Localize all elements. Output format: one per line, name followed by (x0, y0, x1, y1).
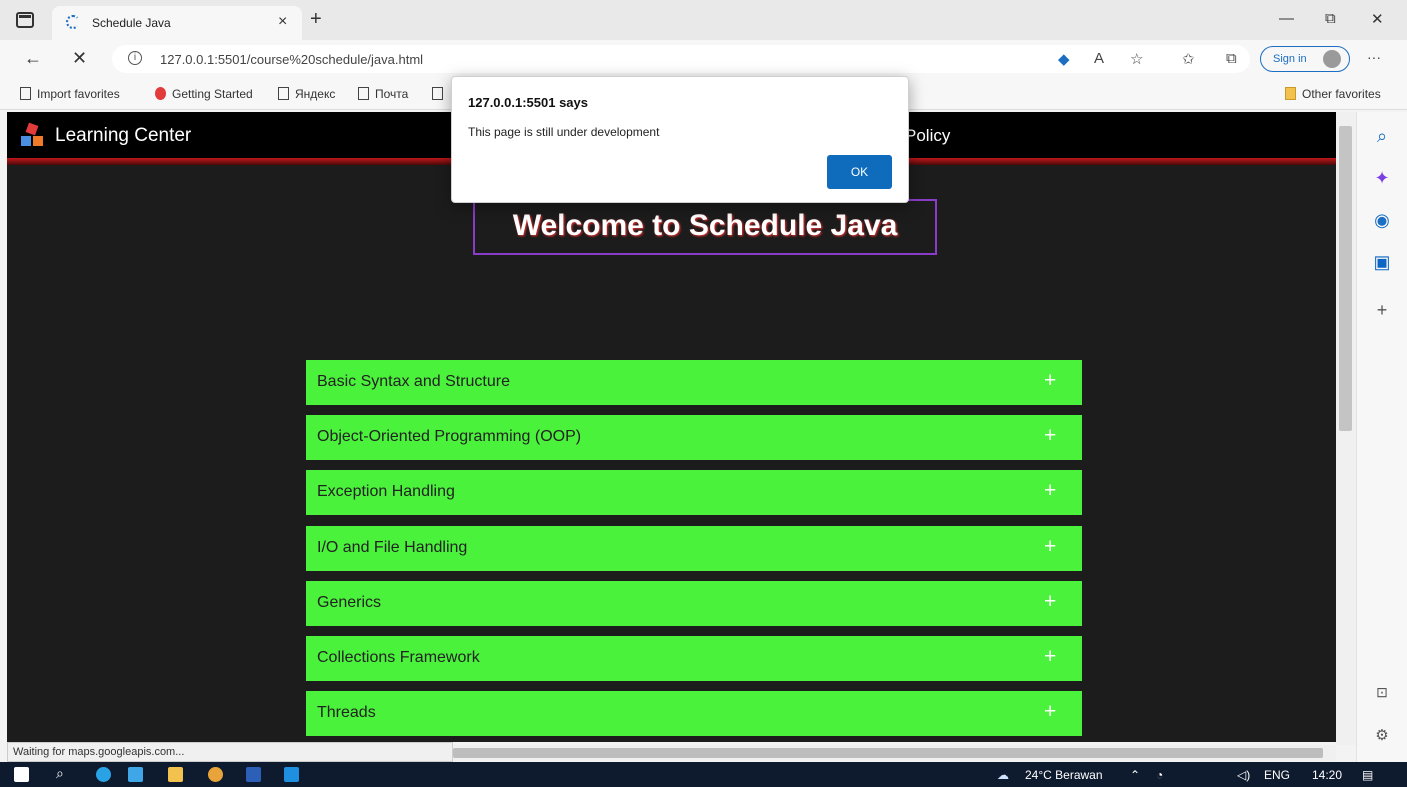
back-arrow-icon[interactable]: ← (24, 48, 42, 69)
sign-in-label: Sign in (1273, 53, 1307, 65)
more-menu-button[interactable]: ··· (1367, 49, 1381, 65)
edge-sidebar: ⌕ ✦ ◉ ▣ + ⊡ ⚙ (1356, 112, 1407, 762)
page-viewport: Learning Center Policy Welcome to Schedu… (7, 112, 1336, 742)
favorite-pochta[interactable]: Почта (358, 87, 408, 101)
avatar-icon (1323, 50, 1341, 68)
close-window-button[interactable]: ✕ (1371, 10, 1384, 28)
accordion-label: Threads (317, 704, 376, 721)
add-sidebar-app-icon[interactable]: + (1357, 300, 1407, 321)
accordion-label: Generics (317, 594, 382, 611)
logo-icon[interactable] (21, 122, 45, 148)
hide-sidebar-icon[interactable]: ⊡ (1357, 684, 1407, 701)
expand-plus-icon[interactable]: + (1044, 369, 1056, 393)
scrollbar-thumb[interactable] (1339, 126, 1352, 431)
vscode-icon[interactable] (284, 767, 299, 782)
hero-box: Welcome to Schedule Java (473, 199, 937, 255)
status-text: Waiting for maps.googleapis.com... (13, 746, 185, 758)
tab-title: Schedule Java (92, 16, 171, 30)
expand-plus-icon[interactable]: + (1044, 479, 1056, 503)
accordion-item[interactable]: Basic Syntax and Structure + (306, 360, 1082, 405)
accordion-label: Collections Framework (317, 649, 480, 666)
site-info-icon[interactable]: i (128, 51, 142, 65)
restore-button[interactable]: ⧉ (1325, 10, 1336, 27)
copilot-sparkle-icon[interactable]: ✦ (1357, 168, 1407, 189)
page-title: Welcome to Schedule Java (512, 209, 898, 242)
favorite-import[interactable]: Import favorites (20, 87, 120, 101)
settings-gear-icon[interactable]: ⚙ (1357, 726, 1407, 744)
weather-cloud-icon[interactable]: ☁ (997, 768, 1009, 782)
accordion-label: Object-Oriented Programming (OOP) (317, 428, 582, 445)
office-icon[interactable]: ◉ (1357, 210, 1407, 231)
read-aloud-icon[interactable]: A (1094, 50, 1104, 67)
expand-plus-icon[interactable]: + (1044, 535, 1056, 559)
chrome-icon[interactable] (208, 767, 223, 782)
url-text[interactable]: 127.0.0.1:5501/course%20schedule/java.ht… (160, 52, 423, 67)
add-favorite-icon[interactable]: ☆ (1130, 50, 1143, 68)
dialog-title: 127.0.0.1:5501 says (468, 95, 588, 110)
edge-icon[interactable] (96, 767, 111, 782)
expand-plus-icon[interactable]: + (1044, 645, 1056, 669)
horizontal-scrollbar[interactable] (453, 745, 1336, 761)
alert-dialog: 127.0.0.1:5501 says This page is still u… (451, 76, 909, 203)
nav-link-policy[interactable]: Policy (905, 126, 950, 146)
loading-spinner-icon (66, 15, 80, 29)
expand-plus-icon[interactable]: + (1044, 700, 1056, 724)
favorites-icon[interactable]: ✩ (1182, 50, 1195, 68)
favorite-yandex[interactable]: Яндекс (278, 87, 335, 101)
favorite-more[interactable] (432, 87, 449, 101)
search-icon[interactable]: ⌕ (56, 765, 64, 782)
accordion-item[interactable]: Exception Handling + (306, 470, 1082, 515)
address-bar[interactable]: i 127.0.0.1:5501/course%20schedule/java.… (112, 45, 1250, 73)
dialog-message: This page is still under development (468, 125, 660, 139)
clock[interactable]: 14:20 (1312, 768, 1342, 782)
accordion-item[interactable]: Threads + (306, 691, 1082, 736)
windows-taskbar: ⌕ ☁ 24°C Berawan ⌃ ◔ ◁) ENG 14:20 ▤ (0, 762, 1407, 787)
file-explorer-icon[interactable] (168, 767, 183, 782)
notifications-icon[interactable]: ▤ (1362, 768, 1373, 782)
accordion-label: Exception Handling (317, 483, 455, 500)
page-icon (358, 87, 369, 100)
browser-tab[interactable]: Schedule Java × (52, 6, 302, 40)
tab-close-button[interactable]: × (278, 13, 287, 31)
tab-actions-icon[interactable] (16, 12, 34, 28)
stop-loading-icon[interactable]: ✕ (72, 48, 87, 69)
browser-toolbar: ← ✕ i 127.0.0.1:5501/course%20schedule/j… (0, 40, 1407, 78)
tray-expand-icon[interactable]: ⌃ (1130, 768, 1140, 782)
scrollbar-thumb[interactable] (453, 748, 1323, 758)
store-icon[interactable] (128, 767, 143, 782)
accordion-item[interactable]: Collections Framework + (306, 636, 1082, 681)
page-icon (278, 87, 289, 100)
weather-text[interactable]: 24°C Berawan (1025, 768, 1103, 782)
search-icon[interactable]: ⌕ (1357, 126, 1407, 147)
accordion-label: I/O and File Handling (317, 539, 468, 556)
sign-in-button[interactable]: Sign in (1260, 46, 1350, 72)
folder-icon (1285, 87, 1296, 100)
brand-name[interactable]: Learning Center (55, 125, 191, 147)
accordion-item[interactable]: Generics + (306, 581, 1082, 626)
status-bar: Waiting for maps.googleapis.com... (7, 742, 453, 762)
other-favorites[interactable]: Other favorites (1285, 87, 1381, 101)
volume-icon[interactable]: ◁) (1237, 768, 1250, 782)
accordion-label: Basic Syntax and Structure (317, 373, 510, 390)
network-icon[interactable]: ◔ (1156, 768, 1163, 782)
expand-plus-icon[interactable]: + (1044, 424, 1056, 448)
accordion-item[interactable]: Object-Oriented Programming (OOP) + (306, 415, 1082, 460)
word-icon[interactable] (246, 767, 261, 782)
expand-plus-icon[interactable]: + (1044, 590, 1056, 614)
language-indicator[interactable]: ENG (1264, 768, 1290, 782)
accordion-item[interactable]: I/O and File Handling + (306, 526, 1082, 571)
import-icon (20, 87, 31, 100)
tag-icon[interactable]: ◆ (1058, 50, 1070, 68)
vertical-scrollbar[interactable] (1336, 112, 1356, 745)
collections-icon[interactable]: ⧉ (1226, 50, 1237, 67)
page-icon (432, 87, 443, 100)
ok-button[interactable]: OK (827, 155, 892, 189)
new-tab-button[interactable]: + (310, 8, 322, 31)
getting-started-icon (155, 87, 166, 100)
browser-titlebar: Schedule Java × + — ⧉ ✕ (0, 0, 1407, 40)
minimize-button[interactable]: — (1279, 10, 1294, 27)
favorite-getting-started[interactable]: Getting Started (155, 87, 253, 101)
outlook-icon[interactable]: ▣ (1357, 252, 1407, 273)
windows-start-icon[interactable] (14, 767, 29, 782)
